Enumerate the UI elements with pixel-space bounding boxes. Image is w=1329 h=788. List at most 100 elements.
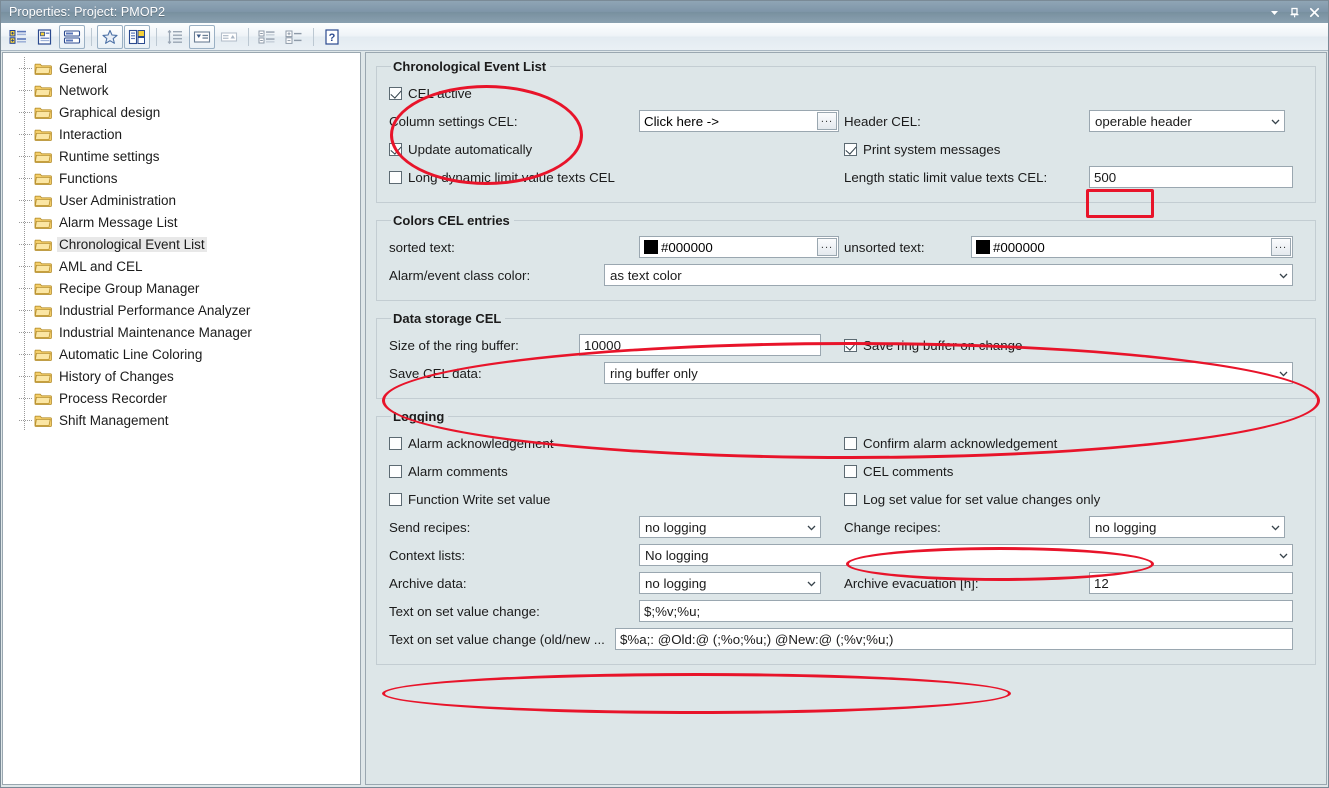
tree-item-runtime-settings[interactable]: Runtime settings (3, 145, 360, 167)
row-alarm-acknowledgement: Alarm acknowledgement Confirm alarm ackn… (389, 430, 1303, 456)
help-button[interactable]: ? (319, 25, 345, 49)
tree-item-industrial-maintenance-manager[interactable]: Industrial Maintenance Manager (3, 321, 360, 343)
cell-change-recipes: Change recipes: no logging (844, 516, 1303, 538)
tree-item-chronological-event-list[interactable]: Chronological Event List (3, 233, 360, 255)
change-recipes-combobox[interactable]: no logging (1089, 516, 1285, 538)
checkbox-icon[interactable] (844, 338, 857, 352)
tree-elbow-icon (19, 287, 33, 289)
properties-bottom-pad (376, 675, 1316, 683)
tree-item-aml-and-cel[interactable]: AML and CEL (3, 255, 360, 277)
checkbox-icon[interactable] (389, 492, 402, 506)
tree-item-general[interactable]: General (3, 57, 360, 79)
chevron-down-icon[interactable] (802, 578, 820, 589)
navigation-tree[interactable]: General Network Graphical design Interac… (2, 52, 360, 785)
tree-item-recipe-group-manager[interactable]: Recipe Group Manager (3, 277, 360, 299)
checkbox-icon[interactable] (389, 86, 402, 100)
unsorted-color-browse-button[interactable]: ... (1271, 238, 1291, 256)
unsorted-text-color-field[interactable]: #000000 ... (971, 236, 1293, 258)
function-write-set-value-checkbox[interactable]: Function Write set value (389, 492, 550, 507)
group-button[interactable] (254, 25, 280, 49)
group-legend: Colors CEL entries (393, 213, 510, 228)
text-on-set-value-change-input[interactable]: $;%v;%u; (639, 600, 1293, 622)
save-ring-buffer-checkbox[interactable]: Save ring buffer on change (844, 338, 1022, 353)
folder-icon (34, 83, 52, 98)
tree-item-network[interactable]: Network (3, 79, 360, 101)
folder-icon (34, 127, 52, 142)
context-lists-combobox[interactable]: No logging (639, 544, 1293, 566)
chevron-down-icon[interactable] (1266, 116, 1284, 127)
close-icon[interactable] (1304, 3, 1324, 21)
object-list-button[interactable] (124, 24, 150, 49)
alarm-comments-checkbox[interactable]: Alarm comments (389, 464, 508, 479)
header-cel-combobox[interactable]: operable header (1089, 110, 1285, 132)
tree-item-alarm-message-list[interactable]: Alarm Message List (3, 211, 360, 233)
alphabetical-view-button[interactable] (59, 24, 85, 49)
checkbox-icon[interactable] (844, 464, 857, 478)
alarm-comments-label: Alarm comments (408, 463, 508, 479)
chevron-down-icon[interactable] (1274, 550, 1292, 561)
archive-data-combobox[interactable]: no logging (639, 572, 821, 594)
cell-send-recipes: Send recipes: no logging (389, 516, 844, 538)
print-system-messages-checkbox[interactable]: Print system messages (844, 142, 1000, 157)
checkbox-icon[interactable] (389, 436, 402, 450)
chevron-down-icon[interactable] (802, 522, 820, 533)
chevron-down-icon[interactable] (1266, 522, 1284, 533)
tree-item-shift-management[interactable]: Shift Management (3, 409, 360, 431)
pin-icon[interactable] (1284, 3, 1304, 21)
update-automatically-checkbox[interactable]: Update automatically (389, 142, 532, 157)
send-recipes-combobox[interactable]: no logging (639, 516, 821, 538)
row-context-lists: Context lists: No logging (389, 542, 1303, 568)
folder-icon (34, 303, 52, 318)
text-on-set-value-change-oldnew-input[interactable]: $%a;: @Old:@ (;%o;%u;) @New:@ (;%v;%u;) (615, 628, 1293, 650)
archive-evacuation-input[interactable]: 12 (1089, 572, 1293, 594)
checkbox-icon[interactable] (389, 464, 402, 478)
change-recipes-label: Change recipes: (844, 519, 941, 535)
column-settings-value: Click here -> (644, 113, 720, 129)
tree-item-functions[interactable]: Functions (3, 167, 360, 189)
sorted-text-color-field[interactable]: #000000 ... (639, 236, 839, 258)
checkbox-icon[interactable] (844, 492, 857, 506)
filter-up-button[interactable] (216, 25, 242, 49)
log-set-value-changes-only-checkbox[interactable]: Log set value for set value changes only (844, 492, 1100, 507)
tree-item-automatic-line-coloring[interactable]: Automatic Line Coloring (3, 343, 360, 365)
row-text-on-set-value-change: Text on set value change: $;%v;%u; (389, 598, 1303, 624)
categorized-view-button[interactable] (5, 25, 31, 49)
tree-item-user-administration[interactable]: User Administration (3, 189, 360, 211)
property-pages-button[interactable] (32, 25, 58, 49)
filter-down-button[interactable] (189, 24, 215, 49)
column-settings-label: Column settings CEL: (389, 113, 518, 129)
alarm-event-class-color-combobox[interactable]: as text color (604, 264, 1293, 286)
tree-item-history-of-changes[interactable]: History of Changes (3, 365, 360, 387)
column-settings-browse-button[interactable]: ... (817, 112, 837, 130)
expand-collapse-button[interactable] (281, 25, 307, 49)
archive-data-label: Archive data: (389, 575, 467, 591)
checkbox-icon[interactable] (389, 170, 402, 184)
save-cel-data-combobox[interactable]: ring buffer only (604, 362, 1293, 384)
tree-item-industrial-performance-analyzer[interactable]: Industrial Performance Analyzer (3, 299, 360, 321)
tree-item-process-recorder[interactable]: Process Recorder (3, 387, 360, 409)
ring-buffer-size-input[interactable]: 10000 (579, 334, 821, 356)
tree-item-interaction[interactable]: Interaction (3, 123, 360, 145)
checkbox-icon[interactable] (844, 436, 857, 450)
checkbox-icon[interactable] (389, 142, 402, 156)
cel-active-checkbox[interactable]: CEL active (389, 86, 472, 101)
cell-unsorted-text: unsorted text: #000000 ... (844, 236, 1303, 258)
cell-column-settings: Column settings CEL: Click here -> ... (389, 110, 844, 132)
cel-comments-checkbox[interactable]: CEL comments (844, 464, 953, 479)
sorted-color-browse-button[interactable]: ... (817, 238, 837, 256)
tree-item-graphical-design[interactable]: Graphical design (3, 101, 360, 123)
favorites-button[interactable] (97, 24, 123, 49)
column-settings-field[interactable]: Click here -> ... (639, 110, 839, 132)
sort-button[interactable] (162, 25, 188, 49)
chevron-down-icon[interactable] (1274, 270, 1292, 281)
confirm-alarm-acknowledgement-checkbox[interactable]: Confirm alarm acknowledgement (844, 436, 1057, 451)
alarm-acknowledgement-checkbox[interactable]: Alarm acknowledgement (389, 436, 554, 451)
long-dynamic-limit-checkbox[interactable]: Long dynamic limit value texts CEL (389, 170, 615, 185)
confirm-alarm-acknowledgement-label: Confirm alarm acknowledgement (863, 435, 1058, 451)
dropdown-menu-icon[interactable] (1264, 3, 1284, 21)
checkbox-icon[interactable] (844, 142, 857, 156)
length-static-limit-input[interactable]: 500 (1089, 166, 1293, 188)
tree-item-label: Interaction (59, 126, 123, 142)
chevron-down-icon[interactable] (1274, 368, 1292, 379)
cell-log-set-value-changes-only: Log set value for set value changes only (844, 492, 1303, 507)
